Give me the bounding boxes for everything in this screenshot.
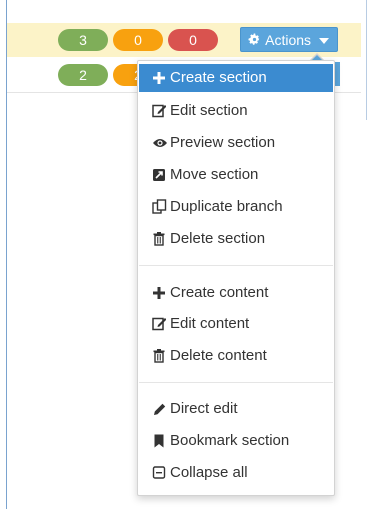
menu-item-create-section[interactable]: Create section	[139, 64, 333, 92]
panel-border-right	[366, 0, 367, 120]
edit-icon	[152, 311, 168, 337]
gear-icon	[248, 28, 262, 53]
menu-item-edit-section[interactable]: Edit section	[139, 98, 333, 124]
actions-dropdown-menu: Create section Edit section Preview sect…	[137, 60, 335, 496]
count-badge-green: 3	[58, 29, 108, 51]
count-badge-red: 0	[168, 29, 218, 51]
count-badge-green: 2	[58, 64, 108, 86]
eye-icon	[152, 130, 168, 156]
menu-divider	[139, 382, 333, 383]
menu-item-edit-content[interactable]: Edit content	[139, 311, 333, 337]
collapse-icon	[152, 460, 168, 486]
pencil-icon	[152, 396, 168, 422]
menu-item-duplicate-branch[interactable]: Duplicate branch	[139, 194, 333, 220]
count-badge-orange: 0	[113, 29, 163, 51]
trash-icon	[152, 343, 168, 369]
menu-item-create-content[interactable]: Create content	[139, 280, 333, 306]
menu-item-direct-edit[interactable]: Direct edit	[139, 396, 333, 422]
caret-down-icon	[319, 38, 329, 44]
menu-item-delete-content[interactable]: Delete content	[139, 343, 333, 369]
move-icon	[152, 162, 168, 188]
menu-item-collapse-all[interactable]: Collapse all	[139, 460, 333, 486]
trash-icon	[152, 226, 168, 252]
plus-icon	[152, 280, 168, 306]
menu-item-move-section[interactable]: Move section	[139, 162, 333, 188]
menu-item-preview-section[interactable]: Preview section	[139, 130, 333, 156]
menu-item-bookmark-section[interactable]: Bookmark section	[139, 428, 333, 454]
edit-icon	[152, 98, 168, 124]
bookmark-icon	[152, 428, 168, 454]
menu-item-delete-section[interactable]: Delete section	[139, 226, 333, 252]
actions-label: Actions	[265, 32, 312, 48]
plus-icon	[152, 64, 168, 92]
tree-panel: 3 0 0 Actions 2 2 Create section	[0, 0, 373, 509]
actions-button[interactable]: Actions	[240, 27, 338, 52]
duplicate-icon	[152, 194, 168, 220]
menu-divider	[139, 265, 333, 266]
